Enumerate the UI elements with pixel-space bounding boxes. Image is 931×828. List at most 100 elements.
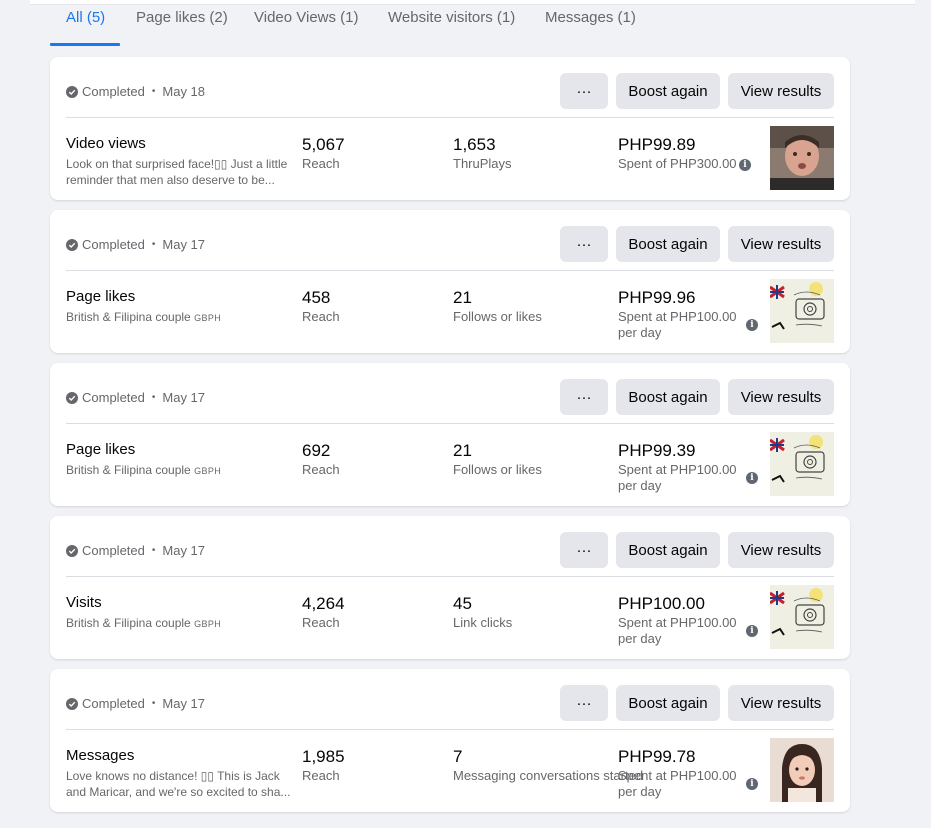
reach-label: Reach (302, 615, 340, 630)
check-circle-icon (66, 238, 78, 251)
view-results-button[interactable]: View results (728, 379, 834, 415)
reach-value: 5,067 (302, 135, 345, 154)
status-date: May 17 (162, 390, 206, 405)
amount-spent-value: PHP99.39 (618, 441, 696, 460)
more-options-button[interactable]: ··· (560, 379, 608, 415)
camera-logo-thumbnail (770, 279, 834, 343)
ad-thumbnail[interactable] (770, 432, 834, 496)
campaign-card: Completed • May 17 ··· Boost again View … (50, 210, 850, 353)
tab-all[interactable]: All (5) (66, 9, 105, 29)
reach-label: Reach (302, 462, 340, 477)
card-divider (66, 270, 834, 271)
campaign-description: British & Filipina couple GBPH (66, 310, 222, 324)
dot-separator: • (151, 239, 156, 250)
reach-value: 4,264 (302, 594, 345, 613)
more-options-button[interactable]: ··· (560, 73, 608, 109)
reach-label: Reach (302, 156, 340, 171)
card-divider (66, 729, 834, 730)
filter-tabs-bar: All (5) Page likes (2) Video Views (1) W… (0, 0, 931, 50)
boost-again-button[interactable]: Boost again (616, 685, 720, 721)
campaign-status: Completed • May 17 (66, 390, 205, 405)
campaign-status: Completed • May 17 (66, 543, 205, 558)
result-value: 21 (453, 288, 472, 307)
man-portrait-thumbnail (770, 126, 834, 190)
boost-again-button[interactable]: Boost again (616, 532, 720, 568)
view-results-button[interactable]: View results (728, 532, 834, 568)
status-date: May 17 (162, 237, 206, 252)
info-icon[interactable]: i (739, 159, 751, 171)
check-circle-icon (66, 391, 78, 404)
result-value: 1,653 (453, 135, 496, 154)
result-label: Follows or likes (453, 309, 542, 324)
dot-separator: • (151, 86, 156, 97)
more-options-button[interactable]: ··· (560, 685, 608, 721)
campaign-description: Love knows no distance! ▯▯ This is Jack … (66, 769, 291, 799)
reach-value: 1,985 (302, 747, 345, 766)
ad-thumbnail[interactable] (770, 585, 834, 649)
campaign-status: Completed • May 17 (66, 237, 205, 252)
amount-spent-label: Spent at PHP100.00 per day (618, 309, 737, 340)
result-value: 45 (453, 594, 472, 613)
status-date: May 17 (162, 543, 206, 558)
result-label: Link clicks (453, 615, 513, 630)
amount-spent-value: PHP99.96 (618, 288, 696, 307)
dot-separator: • (151, 545, 156, 556)
ad-thumbnail[interactable] (770, 279, 834, 343)
camera-logo-thumbnail (770, 585, 834, 649)
amount-spent-value: PHP99.89 (618, 135, 696, 154)
amount-spent-value: PHP100.00 (618, 594, 705, 613)
more-options-button[interactable]: ··· (560, 226, 608, 262)
status-label: Completed (82, 543, 145, 558)
view-results-button[interactable]: View results (728, 685, 834, 721)
result-value: 7 (453, 747, 463, 766)
boost-again-button[interactable]: Boost again (616, 226, 720, 262)
status-label: Completed (82, 390, 145, 405)
tab-video-views[interactable]: Video Views (1) (254, 9, 359, 29)
tab-page-likes[interactable]: Page likes (2) (136, 9, 228, 29)
boost-again-button[interactable]: Boost again (616, 379, 720, 415)
status-label: Completed (82, 84, 145, 99)
result-label: Follows or likes (453, 462, 542, 477)
campaign-status: Completed • May 18 (66, 84, 205, 99)
amount-spent-value: PHP99.78 (618, 747, 696, 766)
info-icon[interactable]: i (746, 778, 758, 790)
campaign-card: Completed • May 17 ··· Boost again View … (50, 516, 850, 659)
status-date: May 17 (162, 696, 206, 711)
tab-messages[interactable]: Messages (1) (545, 9, 636, 29)
more-options-button[interactable]: ··· (560, 532, 608, 568)
campaign-card: Completed • May 17 ··· Boost again View … (50, 669, 850, 812)
status-label: Completed (82, 237, 145, 252)
reach-label: Reach (302, 768, 340, 783)
result-label: ThruPlays (453, 156, 512, 171)
amount-spent-label: Spent at PHP100.00 per day (618, 768, 737, 799)
campaign-description: British & Filipina couple GBPH (66, 616, 222, 630)
boost-again-button[interactable]: Boost again (616, 73, 720, 109)
tab-website-visitors[interactable]: Website visitors (1) (388, 9, 515, 29)
amount-spent-label: Spent at PHP100.00 per day (618, 615, 737, 646)
card-divider (66, 576, 834, 577)
info-icon[interactable]: i (746, 472, 758, 484)
campaign-card: Completed • May 18 ··· Boost again View … (50, 57, 850, 200)
dot-separator: • (151, 698, 156, 709)
status-date: May 18 (162, 84, 206, 99)
check-circle-icon (66, 697, 78, 710)
reach-label: Reach (302, 309, 340, 324)
campaign-status: Completed • May 17 (66, 696, 205, 711)
active-tab-indicator (50, 43, 120, 46)
info-icon[interactable]: i (746, 625, 758, 637)
ad-thumbnail[interactable] (770, 738, 834, 802)
campaign-description: Look on that surprised face!▯▯ Just a li… (66, 157, 288, 187)
amount-spent-label: Spent of PHP300.00 (618, 156, 737, 171)
check-circle-icon (66, 85, 78, 98)
result-label: Messaging conversations started (453, 768, 644, 783)
view-results-button[interactable]: View results (728, 226, 834, 262)
campaign-goal: Page likes (66, 441, 136, 458)
campaign-card: Completed • May 17 ··· Boost again View … (50, 363, 850, 506)
status-label: Completed (82, 696, 145, 711)
info-icon[interactable]: i (746, 319, 758, 331)
campaign-description: British & Filipina couple GBPH (66, 463, 222, 477)
view-results-button[interactable]: View results (728, 73, 834, 109)
campaign-goal: Messages (66, 747, 135, 764)
header-edge (30, 0, 915, 5)
ad-thumbnail[interactable] (770, 126, 834, 190)
